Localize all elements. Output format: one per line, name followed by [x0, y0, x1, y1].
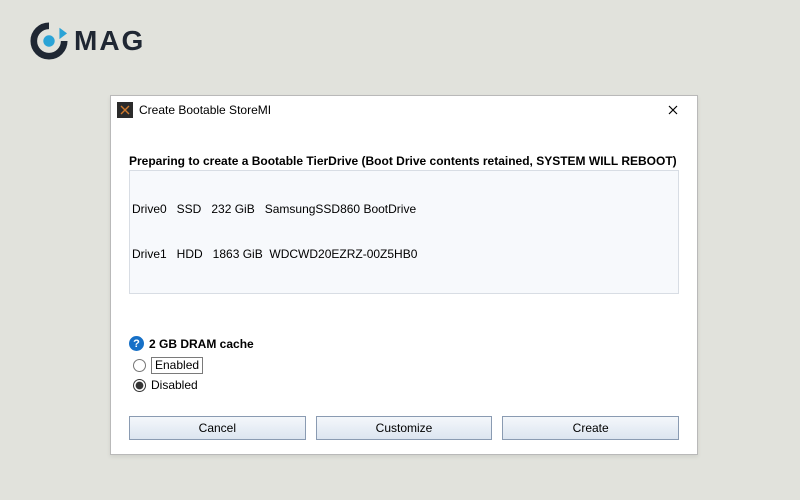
dram-cache-title: ? 2 GB DRAM cache — [129, 336, 679, 351]
customize-button[interactable]: Customize — [316, 416, 493, 440]
radio-enabled[interactable]: Enabled — [133, 357, 679, 374]
brand-mark-icon — [30, 22, 68, 60]
cancel-button[interactable]: Cancel — [129, 416, 306, 440]
titlebar: Create Bootable StoreMI — [111, 96, 697, 124]
heading-text: Preparing to create a Bootable TierDrive… — [129, 154, 679, 168]
dialog-create-bootable-storemi: Create Bootable StoreMI Preparing to cre… — [110, 95, 698, 455]
close-icon — [668, 105, 678, 115]
button-row: Cancel Customize Create — [129, 416, 679, 440]
radio-enabled-label: Enabled — [151, 357, 203, 374]
close-button[interactable] — [657, 100, 689, 120]
brand-logo: MAG — [30, 22, 145, 60]
dialog-content: Preparing to create a Bootable TierDrive… — [111, 124, 697, 454]
brand-text: MAG — [74, 25, 145, 57]
drive-list[interactable]: Drive0 SSD 232 GiB SamsungSSD860 BootDri… — [129, 170, 679, 294]
dram-cache-label: 2 GB DRAM cache — [149, 337, 254, 351]
radio-disabled-input[interactable] — [133, 379, 146, 392]
app-icon — [117, 102, 133, 118]
drive-row[interactable]: Drive0 SSD 232 GiB SamsungSSD860 BootDri… — [132, 202, 676, 217]
radio-enabled-input[interactable] — [133, 359, 146, 372]
drive-row[interactable]: Drive1 HDD 1863 GiB WDCWD20EZRZ-00Z5HB0 — [132, 247, 676, 262]
help-icon[interactable]: ? — [129, 336, 144, 351]
dialog-title: Create Bootable StoreMI — [139, 103, 271, 117]
radio-disabled[interactable]: Disabled — [133, 378, 679, 392]
radio-disabled-label: Disabled — [151, 378, 198, 392]
dram-cache-section: ? 2 GB DRAM cache Enabled Disabled — [129, 336, 679, 392]
create-button[interactable]: Create — [502, 416, 679, 440]
